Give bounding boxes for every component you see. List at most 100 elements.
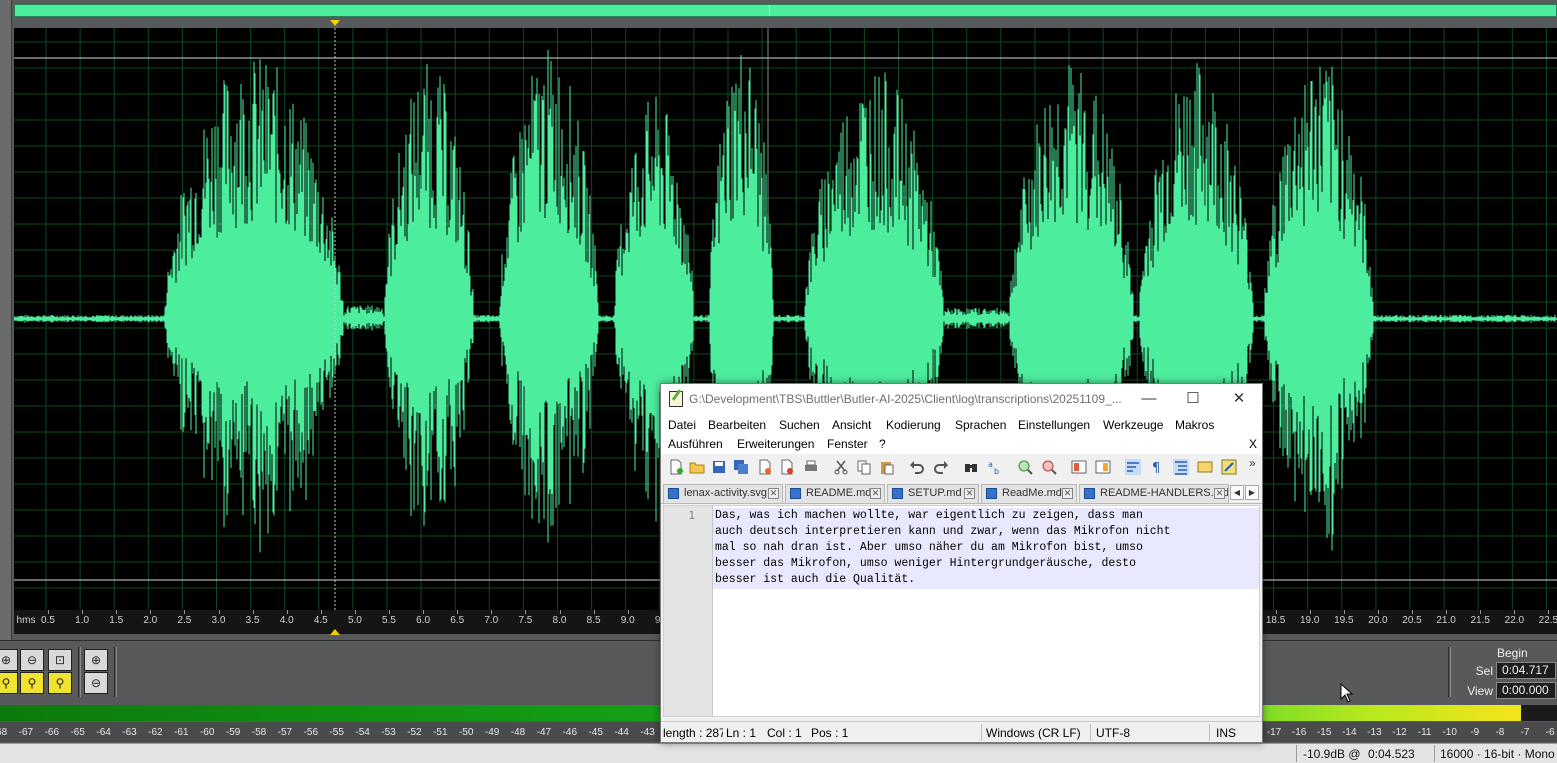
tab-readme-handlers[interactable]: README-HANDLERS.md ✕ <box>1079 484 1229 503</box>
indent-guide-icon[interactable] <box>1173 459 1189 475</box>
zoom-in-full-icon[interactable]: ⊕ <box>0 649 18 671</box>
text-line[interactable]: auch deutsch interpretieren kann und zwa… <box>715 525 1170 538</box>
replace-icon[interactable]: ab <box>987 459 1003 475</box>
db-tick-label: -66 <box>44 727 60 738</box>
close-file-icon[interactable] <box>757 459 773 475</box>
print-icon[interactable] <box>803 459 819 475</box>
db-tick-label: -50 <box>458 727 474 738</box>
status-time: 0:04.523 <box>1368 747 1415 761</box>
open-file-icon[interactable] <box>689 459 705 475</box>
playhead-bottom-marker[interactable] <box>330 629 340 635</box>
minimize-icon[interactable]: — <box>1127 387 1171 411</box>
zoom-to-left-icon[interactable]: ⚲ <box>20 672 44 694</box>
doc-map-icon[interactable] <box>1197 459 1213 475</box>
tab-close-icon[interactable]: ✕ <box>1062 488 1073 499</box>
db-tick-label: -9 <box>1470 727 1480 738</box>
time-unit-label: hms <box>16 615 36 626</box>
left-scroll-strip[interactable] <box>0 0 12 640</box>
find-icon[interactable] <box>963 459 979 475</box>
menu-fenster[interactable]: Fenster <box>827 437 868 451</box>
text-line[interactable]: Das, was ich machen wollte, war eigentli… <box>715 509 1143 522</box>
overview-bar[interactable] <box>14 4 1557 17</box>
selection-header: Begin <box>1497 646 1528 660</box>
menu-ansicht[interactable]: Ansicht <box>832 418 871 432</box>
zoom-out-icon[interactable] <box>1041 459 1057 475</box>
text-line[interactable]: besser das Mikrofon, umso weniger Hinter… <box>715 557 1136 570</box>
tab-close-icon[interactable]: ✕ <box>768 488 779 499</box>
db-tick-label: -54 <box>355 727 370 738</box>
db-tick-label: -8 <box>1495 727 1505 738</box>
menu-sprachen[interactable]: Sprachen <box>955 418 1006 432</box>
vertical-zoom-in-icon[interactable]: ⊕ <box>84 649 108 671</box>
redo-icon[interactable] <box>933 459 949 475</box>
menu-einstellungen[interactable]: Einstellungen <box>1018 418 1090 432</box>
tab-scroll-right-icon[interactable]: ▶ <box>1245 485 1259 500</box>
sync-horizontal-icon[interactable] <box>1095 459 1111 475</box>
undo-icon[interactable] <box>909 459 925 475</box>
zoom-in-icon[interactable] <box>1017 459 1033 475</box>
time-tick-label: 9.0 <box>620 615 635 626</box>
tab-close-icon[interactable]: ✕ <box>964 488 975 499</box>
close-document-button[interactable]: X <box>1249 437 1257 451</box>
menu-datei[interactable]: Datei <box>668 418 696 432</box>
paste-icon[interactable] <box>879 459 895 475</box>
zoom-to-right-icon[interactable]: ⚲ <box>48 672 72 694</box>
menu-kodierung[interactable]: Kodierung <box>886 418 941 432</box>
close-icon[interactable]: ✕ <box>1217 387 1261 411</box>
time-tick-label: 18.5 <box>1265 615 1286 626</box>
menu-makros[interactable]: Makros <box>1175 418 1214 432</box>
maximize-icon[interactable]: ☐ <box>1171 387 1215 411</box>
db-tick-label: -47 <box>536 727 552 738</box>
status-eol[interactable]: Windows (CR LF) <box>986 726 1081 740</box>
status-insert-mode[interactable]: INS <box>1216 726 1236 740</box>
sync-vertical-icon[interactable] <box>1071 459 1087 475</box>
time-tick <box>1412 610 1413 614</box>
menu-werkzeuge[interactable]: Werkzeuge <box>1103 418 1163 432</box>
tab-close-icon[interactable]: ✕ <box>870 488 881 499</box>
tab-setup[interactable]: SETUP.md ✕ <box>887 484 979 503</box>
toolbar-overflow-button[interactable]: » <box>1249 456 1256 470</box>
tab-scroll-left-icon[interactable]: ◀ <box>1230 485 1244 500</box>
zoom-out-icon[interactable]: ⊖ <box>20 649 44 671</box>
menu-suchen[interactable]: Suchen <box>779 418 820 432</box>
function-list-icon[interactable] <box>1221 459 1237 475</box>
vertical-zoom-out-icon[interactable]: ⊖ <box>84 672 108 694</box>
tab-lenax-activity[interactable]: lenax-activity.svg ✕ <box>663 484 783 503</box>
sel-begin-field[interactable]: 0:04.717 <box>1496 662 1556 679</box>
new-file-icon[interactable] <box>668 459 684 475</box>
current-line-highlight[interactable]: Das, was ich machen wollte, war eigentli… <box>713 508 1259 589</box>
cut-icon[interactable] <box>833 459 849 475</box>
show-all-chars-icon[interactable]: ¶ <box>1149 459 1165 475</box>
time-tick <box>82 610 84 614</box>
copy-icon[interactable] <box>856 459 872 475</box>
text-line[interactable]: besser ist auch die Qualität. <box>715 573 915 586</box>
tab-label: ReadMe.md <box>1002 487 1062 499</box>
zoom-selection-icon[interactable]: ⚲ <box>0 672 18 694</box>
zoom-fit-icon[interactable]: ⊡ <box>48 649 72 671</box>
save-icon[interactable] <box>711 459 727 475</box>
menu-help[interactable]: ? <box>879 437 886 451</box>
svg-text:b: b <box>994 467 999 475</box>
tab-readme[interactable]: README.md ✕ <box>785 484 885 503</box>
db-tick-label: -16 <box>1291 727 1307 738</box>
text-editor[interactable]: 1 Das, was ich machen wollte, war eigent… <box>663 505 1260 717</box>
view-begin-field[interactable]: 0:00.000 <box>1496 682 1556 699</box>
line-number-gutter: 1 <box>664 506 713 716</box>
menu-bearbeiten[interactable]: Bearbeiten <box>708 418 766 432</box>
time-tick <box>1275 610 1277 614</box>
close-all-icon[interactable] <box>779 459 795 475</box>
word-wrap-icon[interactable] <box>1125 459 1141 475</box>
playhead-top-marker[interactable] <box>330 20 340 26</box>
status-format: 16000 · 16-bit · Mono <box>1440 747 1555 761</box>
menu-erweiterungen[interactable]: Erweiterungen <box>737 437 814 451</box>
menu-ausfuehren[interactable]: Ausführen <box>668 437 723 451</box>
notepad-title-bar[interactable]: G:\Development\TBS\Buttler\Butler-AI-202… <box>661 384 1262 414</box>
status-encoding[interactable]: UTF-8 <box>1096 726 1130 740</box>
save-all-icon[interactable] <box>733 459 749 475</box>
tab-close-icon[interactable]: ✕ <box>1214 488 1225 499</box>
status-position: Pos : 1 <box>811 726 849 740</box>
tab-label: README.md <box>806 487 872 499</box>
text-line[interactable]: mal so nah dran ist. Aber umso näher du … <box>715 541 1143 554</box>
notepad-window: G:\Development\TBS\Buttler\Butler-AI-202… <box>660 383 1263 743</box>
tab-readme-2[interactable]: ReadMe.md ✕ <box>981 484 1077 503</box>
